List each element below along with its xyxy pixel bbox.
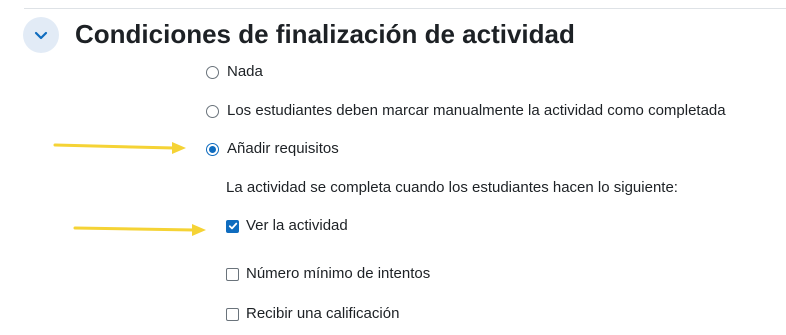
checkbox-checked[interactable]	[226, 219, 239, 233]
checkbox-min-attempts[interactable]: Número mínimo de intentos	[226, 264, 430, 284]
radio-button[interactable]	[206, 65, 219, 79]
collapse-toggle-button[interactable]	[23, 17, 59, 53]
checkbox-receive-grade[interactable]: Recibir una calificación	[226, 304, 399, 324]
checkbox-label: Recibir una calificación	[246, 305, 400, 322]
radio-option-manual[interactable]: Los estudiantes deben marcar manualmente…	[206, 101, 726, 121]
checkmark-icon	[228, 222, 237, 230]
section-title: Condiciones de finalización de actividad	[75, 19, 575, 49]
checkbox-label: Número mínimo de intentos	[246, 265, 431, 282]
checkbox-view-activity[interactable]: Ver la actividad	[226, 216, 348, 236]
requirements-intro: La actividad se completa cuando los estu…	[226, 179, 678, 196]
radio-label: Los estudiantes deben marcar manualmente…	[227, 102, 726, 119]
chevron-down-icon	[34, 31, 48, 40]
radio-button-selected[interactable]	[206, 142, 219, 156]
annotation-arrow-icon	[53, 142, 186, 154]
completion-conditions-panel: Condiciones de finalización de actividad…	[0, 0, 786, 335]
annotation-arrow-icon	[73, 224, 206, 236]
section-divider	[24, 8, 786, 9]
radio-option-nada[interactable]: Nada	[206, 62, 263, 82]
checkbox[interactable]	[226, 267, 239, 281]
radio-label: Añadir requisitos	[227, 140, 339, 157]
radio-label: Nada	[227, 63, 263, 80]
radio-button[interactable]	[206, 104, 219, 118]
checkbox-label: Ver la actividad	[246, 217, 348, 234]
checkbox[interactable]	[226, 307, 239, 321]
radio-option-add-requirements[interactable]: Añadir requisitos	[206, 139, 339, 159]
